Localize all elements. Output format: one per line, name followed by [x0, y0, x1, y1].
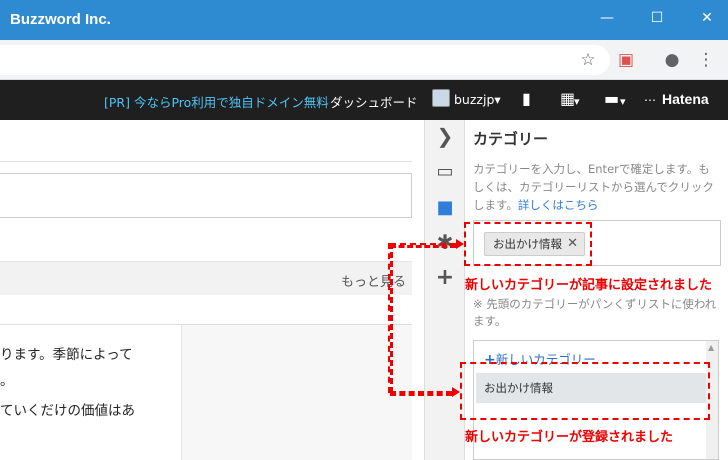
bookmark-icon[interactable]: ▮: [522, 90, 531, 108]
annotation-box-tag: [464, 222, 592, 266]
comment-dropdown-icon[interactable]: ▾: [620, 93, 626, 111]
image-icon[interactable]: ▭: [433, 160, 457, 184]
help-link[interactable]: 詳しくはこちら: [518, 198, 599, 212]
editor-side: [182, 325, 412, 460]
extension-icon[interactable]: ▣: [614, 48, 638, 72]
star-icon[interactable]: ☆: [576, 48, 600, 72]
body-editor[interactable]: ります。季節によって 。 ていくだけの価値はあ: [0, 324, 412, 460]
hatena-logo[interactable]: Hatena: [662, 91, 709, 107]
comment-icon[interactable]: ▬: [604, 90, 619, 108]
hatena-header: [PR] 今ならPro利用で独自ドメイン無料 ダッシュボード buzzjp▾ ▮…: [0, 80, 728, 120]
window-title: Buzzword Inc.: [10, 11, 111, 28]
panel-description: カテゴリーを入力し、Enterで確定します。もしくは、カテゴリーリストから選んで…: [473, 160, 721, 214]
dashboard-link[interactable]: ダッシュボード: [330, 92, 418, 111]
username: buzzjp: [454, 92, 495, 107]
maximize-button[interactable]: ☐: [640, 6, 674, 30]
category-note: ※ 先頭のカテゴリーがパンくずリストに使われます。: [473, 297, 717, 328]
hatena-mark-icon: ⋯: [644, 93, 656, 107]
annotation-box-list: [460, 362, 710, 420]
article-editor: もっと見る ります。季節によって 。 ていくだけの価値はあ: [0, 120, 424, 460]
annotation-text-bottom: 新しいカテゴリーが登録されました: [465, 430, 674, 445]
window-titlebar: Buzzword Inc. — ☐ ✕: [0, 0, 728, 40]
sidebar-icon-strip: ❯ ▭ ■ ✱ +: [424, 120, 464, 460]
annotation-line: [390, 243, 456, 248]
plus-icon[interactable]: +: [433, 266, 457, 290]
collapse-chevron-icon[interactable]: ❯: [433, 124, 457, 148]
gear-icon[interactable]: ✱: [433, 230, 457, 254]
annotation-line: [388, 243, 393, 393]
folder-icon[interactable]: ■: [433, 196, 457, 220]
avatar[interactable]: [432, 89, 450, 107]
divider: [0, 161, 412, 162]
annotation-text-top: 新しいカテゴリーが記事に設定されました: [465, 278, 713, 293]
body-text-area[interactable]: ります。季節によって 。 ていくだけの価値はあ: [0, 325, 182, 460]
grid-dropdown-icon[interactable]: ▾: [574, 93, 580, 111]
grid-icon[interactable]: ▦: [560, 90, 575, 108]
browser-toolbar: ☆ ▣ ● ⋮: [0, 40, 728, 80]
address-bar[interactable]: [0, 45, 610, 75]
menu-icon[interactable]: ⋮: [694, 48, 718, 72]
user-menu[interactable]: buzzjp▾: [454, 92, 501, 107]
title-input[interactable]: [0, 173, 412, 218]
more-link[interactable]: もっと見る: [341, 271, 406, 290]
section-bar: もっと見る: [0, 261, 412, 295]
minimize-button[interactable]: —: [590, 6, 624, 30]
annotation-arrow: [456, 239, 464, 249]
scroll-up-icon[interactable]: ▲: [708, 343, 714, 352]
panel-title: カテゴリー: [473, 130, 549, 148]
chevron-down-icon: ▾: [494, 92, 501, 107]
promo-link[interactable]: [PR] 今ならPro利用で独自ドメイン無料: [104, 92, 329, 111]
profile-icon[interactable]: ●: [660, 48, 684, 72]
body-line: 。: [0, 373, 14, 389]
body-line: ていくだけの価値はあ: [0, 403, 135, 419]
annotation-arrow: [452, 387, 460, 397]
annotation-line: [390, 391, 452, 396]
close-button[interactable]: ✕: [690, 6, 724, 30]
body-line: ります。季節によって: [0, 347, 133, 363]
